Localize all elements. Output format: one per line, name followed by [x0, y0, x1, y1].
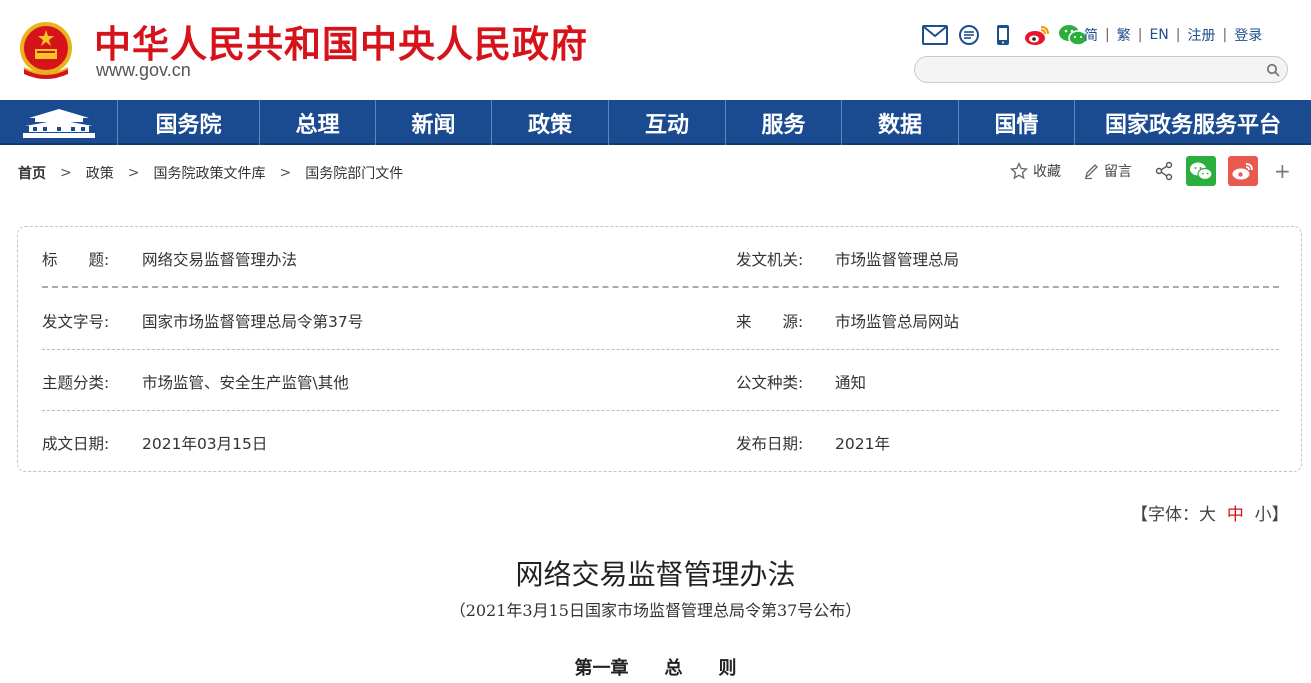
breadcrumb-separator: > [127, 165, 140, 181]
weibo-icon[interactable] [1024, 23, 1050, 47]
comment-label: 留言 [1104, 164, 1132, 180]
login-link[interactable]: 登录 [1234, 25, 1262, 45]
issuer-label: 发文机关: [736, 251, 804, 269]
written-date-label: 成文日期: [42, 435, 110, 453]
breadcrumb: 首页 > 政策 > 国务院政策文件库 > 国务院部门文件 [18, 163, 403, 183]
title-value: 网络交易监督管理办法 [142, 251, 298, 269]
breadcrumb-home[interactable]: 首页 [18, 163, 46, 183]
national-emblem-icon[interactable] [16, 20, 76, 82]
nav-item-news[interactable]: 新闻 [376, 100, 492, 145]
share-weibo-button[interactable] [1228, 156, 1258, 186]
breadcrumb-policy-library[interactable]: 国务院政策文件库 [153, 163, 265, 183]
nav-item-gov-service-platform[interactable]: 国家政务服务平台 [1075, 100, 1311, 145]
info-row: 主题分类: 市场监管、安全生产监管\其他 公文种类: 通知 [42, 350, 1279, 411]
written-date-value: 2021年03月15日 [142, 435, 268, 453]
nav-item-national-conditions[interactable]: 国情 [959, 100, 1075, 145]
article-tools: 收藏 留言 + [1010, 156, 1291, 186]
search-box [914, 56, 1288, 83]
doc-number-label: 发文字号: [42, 313, 110, 331]
font-size-suffix: 】 [1271, 505, 1289, 525]
source-label: 来 源: [736, 313, 804, 331]
font-size-prefix: 【字体： [1131, 505, 1199, 525]
register-link[interactable]: 注册 [1187, 25, 1215, 45]
main-nav: 国务院 总理 新闻 政策 互动 服务 数据 国情 国家政务服务平台 [0, 100, 1311, 145]
doc-type-value: 通知 [835, 374, 867, 392]
doc-number-value: 国家市场监督管理总局令第37号 [142, 313, 364, 331]
message-icon[interactable] [956, 23, 982, 47]
source-value: 市场监管总局网站 [835, 313, 960, 331]
publish-date-label: 发布日期: [736, 435, 804, 453]
separator: | [1105, 27, 1110, 43]
mail-icon[interactable] [922, 23, 948, 47]
nav-home-logo[interactable] [0, 100, 118, 145]
language-links: 简 | 繁 | EN | 注册 | 登录 [1084, 25, 1262, 45]
separator: | [1175, 27, 1181, 43]
star-icon [1010, 162, 1028, 180]
publish-date-value: 2021年 [835, 435, 890, 453]
nav-item-data[interactable]: 数据 [842, 100, 959, 145]
font-size-large[interactable]: 大 [1199, 505, 1216, 525]
nav-item-state-council[interactable]: 国务院 [118, 100, 260, 145]
search-input[interactable] [927, 60, 1247, 79]
mobile-icon[interactable] [990, 23, 1016, 47]
share-wechat-button[interactable] [1186, 156, 1216, 186]
doc-type-label: 公文种类: [736, 374, 804, 392]
breadcrumb-policy[interactable]: 政策 [86, 163, 114, 183]
breadcrumb-separator: > [60, 165, 72, 181]
issuer-value: 市场监督管理总局 [835, 251, 960, 269]
weibo-icon [1232, 163, 1253, 180]
chapter-heading: 第一章 总 则 [574, 658, 737, 679]
more-share-button[interactable]: + [1274, 159, 1291, 183]
separator: | [1222, 27, 1228, 43]
lang-simplified-link[interactable]: 简 [1084, 25, 1098, 45]
share-icon[interactable] [1154, 156, 1174, 186]
nav-item-premier[interactable]: 总理 [260, 100, 376, 145]
lang-english-link[interactable]: EN [1149, 27, 1168, 43]
document-title: 网络交易监督管理办法 [515, 558, 796, 591]
breadcrumb-separator: > [279, 165, 292, 181]
title-label: 标 题: [42, 251, 110, 269]
font-size-medium[interactable]: 中 [1227, 505, 1244, 525]
search-button[interactable] [1263, 60, 1283, 80]
pencil-icon [1083, 162, 1099, 180]
favorite-button[interactable]: 收藏 [1010, 161, 1061, 181]
separator: | [1137, 27, 1143, 43]
info-row: 发文字号: 国家市场监督管理总局令第37号 来 源: 市场监管总局网站 [42, 289, 1279, 350]
nav-item-interaction[interactable]: 互动 [609, 100, 726, 145]
info-row: 标 题: 网络交易监督管理办法 发文机关: 市场监督管理总局 [42, 227, 1279, 288]
font-size-small[interactable]: 小 [1255, 505, 1272, 525]
breadcrumb-department-docs[interactable]: 国务院部门文件 [305, 163, 403, 183]
document-subtitle: （2021年3月15日国家市场监督管理总局令第37号公布） [449, 601, 862, 620]
document-info-table: 标 题: 网络交易监督管理办法 发文机关: 市场监督管理总局 发文字号: 国家市… [17, 226, 1302, 472]
info-row: 成文日期: 2021年03月15日 发布日期: 2021年 [42, 411, 1279, 472]
font-size-switch: 【字体：大 中 小】 [1131, 500, 1289, 525]
wechat-icon [1190, 162, 1213, 181]
nav-item-policy[interactable]: 政策 [492, 100, 609, 145]
tiananmen-icon [22, 108, 95, 138]
lang-traditional-link[interactable]: 繁 [1117, 25, 1131, 45]
favorite-label: 收藏 [1033, 164, 1061, 180]
site-header: 中华人民共和国中央人民政府 www.gov.cn 简 | 繁 | EN | 注册… [0, 0, 1311, 100]
nav-item-services[interactable]: 服务 [726, 100, 842, 145]
topic-value: 市场监管、安全生产监管\其他 [142, 374, 349, 392]
top-icon-bar [922, 22, 1088, 48]
site-url[interactable]: www.gov.cn [96, 60, 191, 81]
comment-button[interactable]: 留言 [1083, 161, 1132, 181]
topic-label: 主题分类: [42, 374, 110, 392]
search-icon [1266, 63, 1280, 77]
